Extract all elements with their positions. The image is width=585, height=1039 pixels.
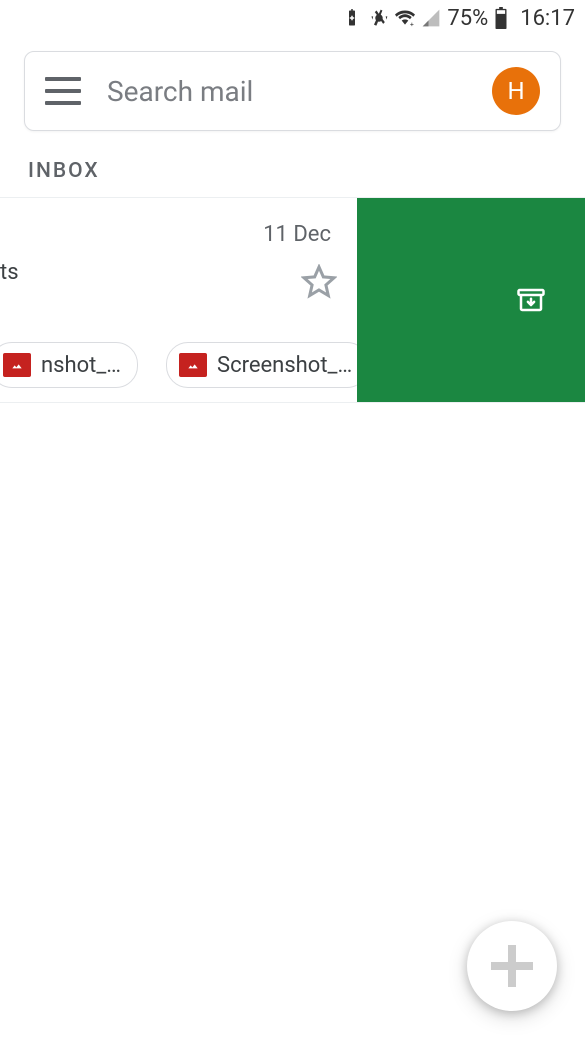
search-input[interactable]: Search mail (107, 75, 466, 108)
wifi-icon: + (395, 8, 415, 28)
archive-swipe-panel[interactable] (357, 198, 585, 402)
search-bar[interactable]: Search mail H (24, 51, 561, 131)
battery-saver-icon (343, 8, 363, 28)
attachment-chips: nshot_… Screenshot_… (0, 342, 357, 388)
attachment-label: nshot_… (41, 353, 121, 378)
email-date: 11 Dec (263, 222, 331, 247)
battery-icon (494, 8, 514, 28)
hamburger-menu-icon[interactable] (45, 77, 81, 105)
image-icon (3, 353, 31, 377)
clock: 16:17 (520, 6, 575, 31)
battery-percentage: 75% (447, 6, 488, 31)
attachment-chip[interactable]: Screenshot_… (166, 342, 357, 388)
archive-icon (515, 285, 547, 315)
signal-icon (421, 8, 441, 28)
inbox-section-label: INBOX (0, 131, 585, 197)
svg-text:+: + (410, 20, 414, 28)
image-icon (179, 353, 207, 377)
attachment-chip[interactable]: nshot_… (0, 342, 138, 388)
plus-icon (491, 945, 533, 987)
vibrate-icon (369, 8, 389, 28)
avatar[interactable]: H (492, 67, 540, 115)
attachment-label: Screenshot_… (217, 353, 352, 378)
search-bar-container: Search mail H (0, 36, 585, 131)
email-row-swiped[interactable]: 11 Dec ts nshot_… Screenshot_… (0, 197, 585, 403)
compose-fab[interactable] (467, 921, 557, 1011)
email-subject-fragment: ts (0, 260, 19, 285)
status-bar: + 75% 16:17 (0, 0, 585, 36)
star-icon[interactable] (301, 264, 337, 300)
email-card[interactable]: 11 Dec ts nshot_… Screenshot_… (0, 198, 357, 402)
